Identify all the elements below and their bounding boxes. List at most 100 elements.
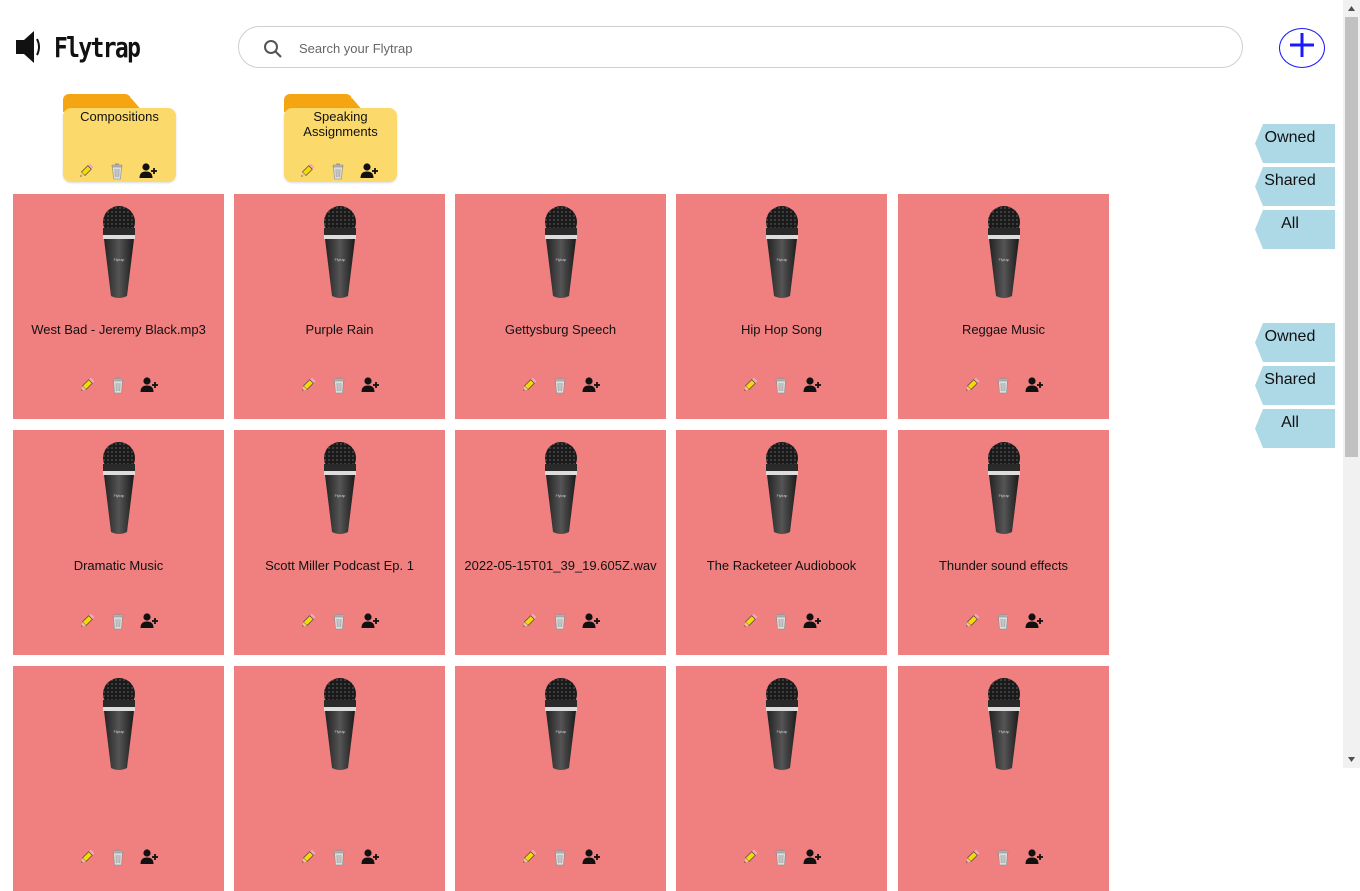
audio-card[interactable]: FlytrapWest Bad - Jeremy Black.mp3 — [13, 194, 224, 419]
audio-card[interactable]: FlytrapHip Hop Song — [676, 194, 887, 419]
trash-icon[interactable] — [109, 376, 127, 394]
pencil-icon[interactable] — [963, 376, 981, 394]
add-user-icon[interactable] — [803, 612, 821, 630]
pencil-icon[interactable] — [741, 848, 759, 866]
trash-icon[interactable] — [551, 612, 569, 630]
trash-icon[interactable] — [109, 848, 127, 866]
pencil-icon[interactable] — [78, 848, 96, 866]
search-input[interactable] — [297, 36, 1201, 60]
audio-card[interactable]: Flytrap2022-05-15T01_39_19.605Z.wav — [455, 430, 666, 655]
audio-card[interactable]: Flytrap — [676, 666, 887, 891]
microphone-icon: Flytrap — [98, 442, 140, 547]
trash-icon[interactable] — [108, 162, 126, 180]
add-user-icon[interactable] — [361, 612, 379, 630]
add-user-icon[interactable] — [582, 848, 600, 866]
pencil-icon[interactable] — [78, 612, 96, 630]
filter-tab-owned[interactable]: Owned — [1255, 124, 1335, 163]
trash-icon[interactable] — [551, 376, 569, 394]
trash-icon[interactable] — [772, 612, 790, 630]
filter-tab-shared[interactable]: Shared — [1255, 366, 1335, 405]
svg-text:Flytrap: Flytrap — [114, 258, 125, 262]
svg-text:Flytrap: Flytrap — [777, 730, 788, 734]
scroll-down-arrow-icon[interactable] — [1343, 751, 1360, 768]
trash-icon[interactable] — [994, 612, 1012, 630]
pencil-icon[interactable] — [741, 376, 759, 394]
add-user-icon[interactable] — [139, 162, 157, 180]
search-bar[interactable] — [238, 26, 1243, 68]
pencil-icon[interactable] — [520, 848, 538, 866]
filter-tab-all[interactable]: All — [1255, 210, 1335, 249]
pencil-icon[interactable] — [78, 376, 96, 394]
trash-icon[interactable] — [772, 376, 790, 394]
add-user-icon[interactable] — [360, 162, 378, 180]
pencil-icon[interactable] — [299, 848, 317, 866]
microphone-icon: Flytrap — [319, 442, 361, 547]
add-button[interactable] — [1279, 28, 1325, 68]
filter-tab-label: All — [1255, 414, 1325, 432]
scrollbar-thumb[interactable] — [1345, 17, 1358, 457]
audio-card[interactable]: FlytrapThe Racketeer Audiobook — [676, 430, 887, 655]
add-user-icon[interactable] — [361, 376, 379, 394]
pencil-icon[interactable] — [963, 612, 981, 630]
card-actions — [299, 376, 379, 394]
pencil-icon[interactable] — [741, 612, 759, 630]
add-user-icon[interactable] — [140, 612, 158, 630]
pencil-icon[interactable] — [298, 162, 316, 180]
folder-actions — [77, 162, 157, 180]
add-user-icon[interactable] — [1025, 612, 1043, 630]
audio-card[interactable]: Flytrap — [455, 666, 666, 891]
microphone-icon: Flytrap — [983, 442, 1025, 547]
app-title: Flytrap — [54, 31, 139, 64]
add-user-icon[interactable] — [803, 376, 821, 394]
filter-tab-all[interactable]: All — [1255, 409, 1335, 448]
trash-icon[interactable] — [109, 612, 127, 630]
filter-tab-label: Owned — [1255, 129, 1325, 147]
pencil-icon[interactable] — [77, 162, 95, 180]
trash-icon[interactable] — [330, 848, 348, 866]
audio-card[interactable]: FlytrapGettysburg Speech — [455, 194, 666, 419]
add-user-icon[interactable] — [803, 848, 821, 866]
app-logo[interactable]: Flytrap — [14, 28, 158, 66]
trash-icon[interactable] — [994, 376, 1012, 394]
folder[interactable]: Compositions — [63, 94, 176, 182]
trash-icon[interactable] — [772, 848, 790, 866]
pencil-icon[interactable] — [963, 848, 981, 866]
scrollbar[interactable] — [1343, 0, 1360, 768]
filter-tab-shared[interactable]: Shared — [1255, 167, 1335, 206]
audio-card[interactable]: Flytrap — [234, 666, 445, 891]
pencil-icon[interactable] — [520, 612, 538, 630]
svg-text:Flytrap: Flytrap — [556, 730, 567, 734]
audio-card[interactable]: FlytrapThunder sound effects — [898, 430, 1109, 655]
trash-icon[interactable] — [330, 376, 348, 394]
add-user-icon[interactable] — [582, 376, 600, 394]
filter-tab-label: Shared — [1255, 172, 1325, 190]
audio-card[interactable]: FlytrapScott Miller Podcast Ep. 1 — [234, 430, 445, 655]
audio-title: The Racketeer Audiobook — [676, 558, 887, 573]
pencil-icon[interactable] — [299, 612, 317, 630]
audio-card[interactable]: Flytrap — [898, 666, 1109, 891]
plus-icon — [1289, 32, 1315, 58]
add-user-icon[interactable] — [361, 848, 379, 866]
folder-name: Compositions — [63, 109, 176, 124]
microphone-icon: Flytrap — [98, 678, 140, 783]
folder[interactable]: Speaking Assignments — [284, 94, 397, 182]
scroll-up-arrow-icon[interactable] — [1343, 0, 1360, 17]
audio-card[interactable]: Flytrap Dramatic Music — [13, 430, 224, 655]
audio-card[interactable]: FlytrapPurple Rain — [234, 194, 445, 419]
audio-title: Dramatic Music — [13, 558, 224, 573]
add-user-icon[interactable] — [140, 376, 158, 394]
trash-icon[interactable] — [329, 162, 347, 180]
pencil-icon[interactable] — [520, 376, 538, 394]
add-user-icon[interactable] — [582, 612, 600, 630]
trash-icon[interactable] — [551, 848, 569, 866]
pencil-icon[interactable] — [299, 376, 317, 394]
audio-card[interactable]: FlytrapReggae Music — [898, 194, 1109, 419]
add-user-icon[interactable] — [1025, 376, 1043, 394]
trash-icon[interactable] — [994, 848, 1012, 866]
add-user-icon[interactable] — [140, 848, 158, 866]
audio-card[interactable]: Flytrap — [13, 666, 224, 891]
svg-text:Flytrap: Flytrap — [556, 494, 567, 498]
trash-icon[interactable] — [330, 612, 348, 630]
add-user-icon[interactable] — [1025, 848, 1043, 866]
filter-tab-owned[interactable]: Owned — [1255, 323, 1335, 362]
